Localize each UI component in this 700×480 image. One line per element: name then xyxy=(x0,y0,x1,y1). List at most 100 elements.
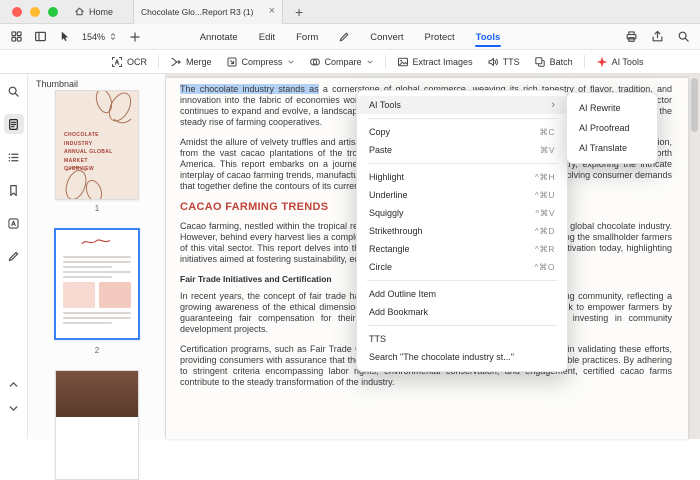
page-thumbnail-3[interactable] xyxy=(55,370,139,480)
panel-search-button[interactable] xyxy=(4,81,24,101)
zoom-stepper-icon[interactable] xyxy=(108,31,118,42)
tts-icon xyxy=(487,56,499,68)
menu-item-paste[interactable]: Paste ⌘V xyxy=(357,141,567,159)
menu-edit[interactable]: Edit xyxy=(258,28,276,47)
sidebar-toggle-icon[interactable] xyxy=(34,30,47,43)
callout-box xyxy=(99,282,131,308)
toolbar-right-actions xyxy=(625,30,690,43)
batch-icon xyxy=(534,56,546,68)
page-down-button[interactable] xyxy=(7,402,20,415)
tools-toolbar: OCR Merge Compress Compare Extract Image… xyxy=(0,50,700,74)
menu-item-label: Underline xyxy=(369,190,408,200)
document-tab[interactable]: Chocolate Glo...Report R3 (1) × xyxy=(133,0,283,24)
panel-signature-button[interactable] xyxy=(4,246,24,266)
ai-tools-label: AI Tools xyxy=(612,57,644,67)
page2-preview xyxy=(56,230,138,324)
tab-title: Chocolate Glo...Report R3 (1) xyxy=(141,7,265,17)
menu-item-label: Copy xyxy=(369,127,390,137)
menu-item-add-bookmark[interactable]: Add Bookmark xyxy=(357,303,567,321)
zoom-window-button[interactable] xyxy=(48,7,58,17)
search-icon[interactable] xyxy=(677,30,690,43)
menu-item-circle[interactable]: Circle ^⌘O xyxy=(357,258,567,276)
compress-icon xyxy=(226,56,238,68)
menu-item-label: Highlight xyxy=(369,172,404,182)
home-button[interactable]: Home xyxy=(74,6,113,17)
menu-tools[interactable]: Tools xyxy=(475,28,502,47)
menu-shortcut: ^⌘V xyxy=(535,208,555,219)
menu-item-underline[interactable]: Underline ^⌘U xyxy=(357,186,567,204)
compress-button[interactable]: Compress xyxy=(219,54,302,70)
page-thumbnail-2-selected[interactable] xyxy=(54,228,140,340)
text-line xyxy=(63,266,112,268)
menu-annotate[interactable]: Annotate xyxy=(199,28,239,47)
menu-item-label: AI Tools xyxy=(369,100,401,110)
minimize-window-button[interactable] xyxy=(30,7,40,17)
search-icon xyxy=(7,85,20,98)
menu-shortcut: ⌘C xyxy=(539,127,555,138)
menu-item-label: Circle xyxy=(369,262,392,272)
menu-item-highlight[interactable]: Highlight ^⌘H xyxy=(357,168,567,186)
merge-label: Merge xyxy=(186,57,212,67)
annotation-icon xyxy=(7,217,20,230)
menu-separator xyxy=(367,118,557,119)
tts-button[interactable]: TTS xyxy=(480,54,527,70)
menu-shortcut: ^⌘O xyxy=(534,262,555,273)
toolbar-separator xyxy=(385,55,386,68)
zoom-value: 154% xyxy=(82,32,105,42)
menu-item-squiggly[interactable]: Squiggly ^⌘V xyxy=(357,204,567,222)
menu-item-rectangle[interactable]: Rectangle ^⌘R xyxy=(357,240,567,258)
context-menu: AI Tools › Copy ⌘C Paste ⌘V Highlight ^⌘… xyxy=(356,90,568,372)
share-icon[interactable] xyxy=(651,30,664,43)
cursor-tool-icon[interactable] xyxy=(58,30,71,43)
ocr-button[interactable]: OCR xyxy=(104,54,154,70)
menu-item-copy[interactable]: Copy ⌘C xyxy=(357,123,567,141)
ai-tools-icon xyxy=(596,56,608,68)
menu-form[interactable]: Form xyxy=(295,28,319,47)
menu-item-label: Squiggly xyxy=(369,208,404,218)
grid-view-icon[interactable] xyxy=(10,30,23,43)
zoom-control[interactable]: 154% xyxy=(82,31,118,42)
panel-thumbnails-button[interactable] xyxy=(4,114,24,134)
thumbnails-icon xyxy=(7,118,20,131)
menu-separator xyxy=(367,280,557,281)
selected-text: The chocolate industry stands as xyxy=(180,84,319,94)
text-line xyxy=(63,276,112,278)
menu-protect[interactable]: Protect xyxy=(424,28,456,47)
panel-bookmarks-button[interactable] xyxy=(4,180,24,200)
page-number-label-2: 2 xyxy=(28,346,166,355)
menu-item-tts[interactable]: TTS xyxy=(357,330,567,348)
menu-item-ai-rewrite[interactable]: AI Rewrite xyxy=(567,98,657,118)
view-controls: 154% xyxy=(10,30,141,43)
zoom-in-icon[interactable] xyxy=(129,31,141,43)
menu-item-ai-tools[interactable]: AI Tools › xyxy=(357,96,567,114)
close-tab-icon[interactable]: × xyxy=(269,6,275,17)
merge-button[interactable]: Merge xyxy=(163,54,219,70)
callout-box xyxy=(63,282,95,308)
compare-button[interactable]: Compare xyxy=(302,54,381,70)
vertical-scrollbar-thumb[interactable] xyxy=(691,78,698,132)
menu-item-strikethrough[interactable]: Strikethrough ^⌘D xyxy=(357,222,567,240)
fill-and-sign-icon[interactable] xyxy=(338,31,350,43)
ai-tools-submenu: AI Rewrite AI Proofread AI Translate xyxy=(566,92,658,164)
batch-button[interactable]: Batch xyxy=(527,54,580,70)
ai-tools-button[interactable]: AI Tools xyxy=(589,54,651,70)
menu-item-add-outline-item[interactable]: Add Outline Item xyxy=(357,285,567,303)
page-up-button[interactable] xyxy=(7,378,20,391)
extract-images-icon xyxy=(397,56,409,68)
panel-title: Thumbnail xyxy=(36,79,78,89)
print-icon[interactable] xyxy=(625,30,638,43)
ocr-label: OCR xyxy=(127,57,147,67)
panel-outline-button[interactable] xyxy=(4,147,24,167)
close-window-button[interactable] xyxy=(12,7,22,17)
extract-images-button[interactable]: Extract Images xyxy=(390,54,480,70)
new-tab-button[interactable]: + xyxy=(295,5,303,19)
submenu-arrow-icon: › xyxy=(551,100,555,111)
menu-item-ai-translate[interactable]: AI Translate xyxy=(567,138,657,158)
menu-item-search-selection[interactable]: Search "The chocolate industry st..." xyxy=(357,348,567,366)
menu-item-ai-proofread[interactable]: AI Proofread xyxy=(567,118,657,138)
callout-boxes xyxy=(63,282,131,308)
menu-convert[interactable]: Convert xyxy=(369,28,404,47)
page-thumbnail-1[interactable]: CHOCOLATE INDUSTRY ANNUAL GLOBAL MARKET … xyxy=(55,90,139,200)
panel-annotations-button[interactable] xyxy=(4,213,24,233)
menu-item-label: Rectangle xyxy=(369,244,410,254)
